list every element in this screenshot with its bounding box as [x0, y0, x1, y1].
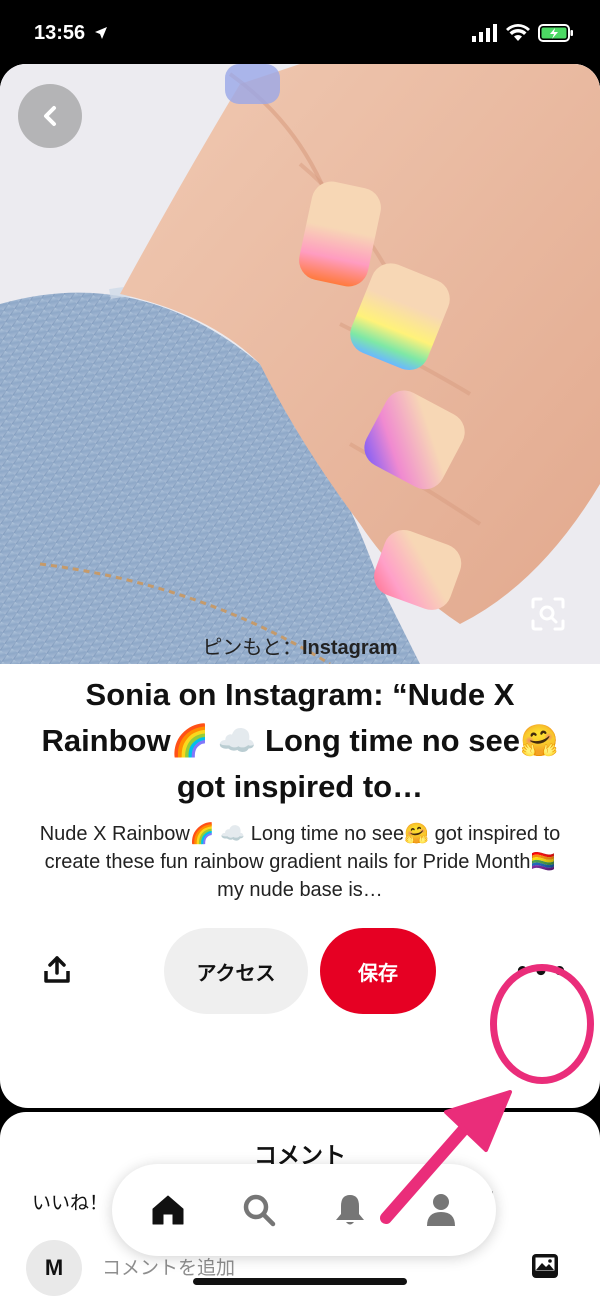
visit-button[interactable]: アクセス: [164, 928, 308, 1014]
battery-charging-icon: [538, 24, 573, 42]
wifi-icon: [506, 24, 530, 41]
bell-icon: [335, 1195, 364, 1225]
status-time: 13:56: [34, 22, 108, 45]
image-icon: [532, 1254, 558, 1278]
action-bar: アクセス 保存 •••: [0, 928, 600, 1014]
nail-photo: [0, 64, 600, 664]
location-arrow-icon: [94, 27, 107, 39]
source-prefix: ピンもと：: [202, 637, 302, 659]
signal-icon: [472, 24, 497, 42]
tab-notifications[interactable]: [325, 1185, 375, 1235]
pin-source: ピンもと：Instagram: [0, 631, 600, 660]
share-button[interactable]: [38, 950, 76, 990]
pin-title: Sonia on Instagram: “Nude X Rainbow🌈 ☁️ …: [41, 677, 559, 804]
status-bar: 13:56: [0, 0, 600, 66]
lens-icon: [531, 597, 565, 631]
home-indicator: [193, 1278, 407, 1285]
more-options-button[interactable]: •••: [512, 952, 572, 992]
save-button[interactable]: 保存: [320, 928, 436, 1014]
avatar[interactable]: M: [26, 1240, 82, 1296]
chevron-left-icon: [44, 106, 56, 126]
share-icon: [44, 956, 70, 983]
profile-icon: [426, 1194, 455, 1226]
source-link[interactable]: Instagram: [302, 637, 398, 659]
tab-profile[interactable]: [416, 1185, 466, 1235]
add-photo-button[interactable]: [530, 1252, 560, 1282]
bottom-tab-bar: [112, 1164, 496, 1256]
pin-image[interactable]: [0, 64, 600, 664]
pin-description: Nude X Rainbow🌈 ☁️ Long time no see🤗 got…: [39, 823, 561, 901]
like-text: いいね！: [32, 1193, 109, 1214]
tab-home[interactable]: [143, 1185, 193, 1235]
home-icon: [152, 1195, 183, 1225]
status-icons: [472, 24, 574, 42]
tab-search[interactable]: [234, 1185, 284, 1235]
back-button[interactable]: [18, 84, 82, 148]
search-icon: [243, 1194, 275, 1227]
